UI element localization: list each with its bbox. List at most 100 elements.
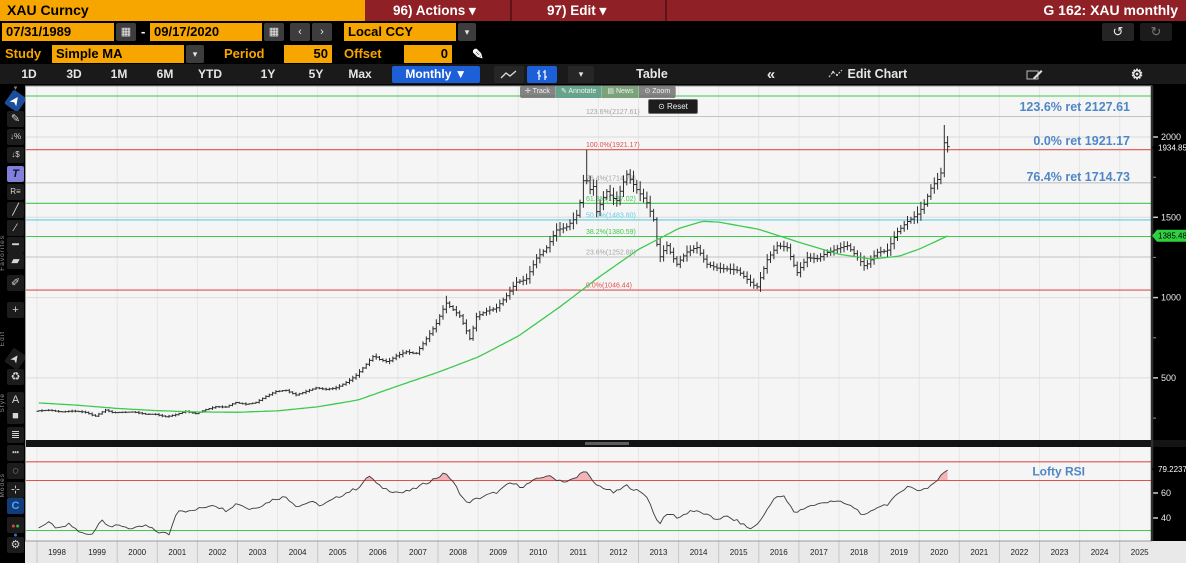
freehand-icon[interactable]: ✐	[7, 275, 24, 291]
prev-period-button[interactable]: ‹	[290, 23, 310, 41]
actions-menu-button[interactable]: 96) Actions ▾	[393, 0, 476, 21]
crescent-mode-icon[interactable]: C	[7, 498, 24, 514]
year-label: 2008	[449, 548, 467, 557]
calendar-icon[interactable]: ▦	[116, 23, 136, 41]
year-label: 2018	[850, 548, 868, 557]
redo-icon[interactable]: ↻	[1140, 23, 1172, 41]
draw-line-icon[interactable]: ✎	[7, 111, 24, 127]
range-tab-max[interactable]: Max	[341, 64, 379, 85]
select-edit-icon[interactable]: ➤	[4, 347, 27, 371]
date-to-field[interactable]: 09/17/2020	[150, 23, 262, 41]
edit-menu-button[interactable]: 97) Edit ▾	[547, 0, 606, 21]
year-label: 2023	[1051, 548, 1069, 557]
calendar-icon[interactable]: ▦	[264, 23, 284, 41]
note-price-icon[interactable]: ↓$	[7, 147, 24, 163]
range-tab-1m[interactable]: 1M	[100, 64, 138, 85]
line-style-icon[interactable]: ≣	[7, 427, 24, 443]
edit-chart-icon	[828, 69, 843, 78]
undo-icon[interactable]: ↺	[1102, 23, 1134, 41]
chart-hover-toolbar: ✛ Track ✎ Annotate ▤ News ⊙ Zoom	[520, 86, 677, 98]
range-tab-ytd[interactable]: YTD	[191, 64, 229, 85]
fill-style-icon[interactable]: ■	[7, 408, 24, 424]
sidebar-section-edit: Edit	[0, 331, 6, 347]
fib-level-label: 0.0%(1046.44)	[586, 283, 632, 290]
hover-tool-news[interactable]: ▤ News	[602, 86, 640, 98]
year-label: 2011	[570, 548, 588, 557]
main-pane[interactable]	[25, 86, 1152, 440]
offset-label: Offset	[344, 46, 382, 61]
menu-divider	[665, 0, 667, 21]
year-label: 2006	[369, 548, 387, 557]
edit-chart-button[interactable]: Edit Chart	[828, 64, 907, 85]
year-label: 1998	[48, 548, 66, 557]
next-period-button[interactable]: ›	[312, 23, 332, 41]
year-label: 1999	[88, 548, 106, 557]
channel-icon[interactable]: ▰	[7, 253, 24, 269]
rsi-axis-tick: 60	[1161, 488, 1171, 498]
range-tab-5y[interactable]: 5Y	[297, 64, 335, 85]
annotate-pencil-icon[interactable]: ✎	[472, 45, 484, 63]
regression-icon[interactable]: R≡	[7, 184, 24, 200]
range-tab-3d[interactable]: 3D	[55, 64, 93, 85]
table-button[interactable]: Table	[612, 64, 692, 85]
settings-gear-icon[interactable]: ⚙	[1122, 64, 1152, 85]
red-menu-bar: 96) Actions ▾ 97) Edit ▾ G 162: XAU mont…	[365, 0, 1186, 21]
hover-tool-annotate[interactable]: ✎ Annotate	[555, 86, 603, 98]
frequency-select[interactable]: Monthly ▼	[392, 66, 480, 83]
dash-style-icon[interactable]: ┅	[7, 445, 24, 461]
title-row: XAU Curncy 96) Actions ▾ 97) Edit ▾ G 16…	[0, 0, 1186, 21]
price-axis-tick: 500	[1161, 373, 1176, 383]
chart-annotation[interactable]: 76.4% ret 1714.73	[1026, 170, 1130, 184]
fib-level-label: 50.0%(1483.80)	[586, 212, 636, 219]
text-style-icon[interactable]: A	[7, 392, 24, 408]
delete-icon[interactable]: ♻	[7, 369, 24, 385]
rsi-pane[interactable]	[25, 447, 1152, 541]
rgb-mode-icon[interactable]: ●● ●	[7, 517, 24, 539]
lasso-mode-icon[interactable]: ◌	[7, 463, 24, 479]
period-field[interactable]: 50	[284, 45, 332, 63]
price-axis-tick: 2000	[1161, 132, 1181, 142]
reset-zoom-button[interactable]: ⊙ Reset	[648, 99, 698, 114]
note-percent-icon[interactable]: ↓%	[7, 129, 24, 145]
chart-annotation[interactable]: 123.6% ret 2127.61	[1019, 100, 1130, 114]
ohlc-bars-icon[interactable]	[527, 66, 557, 83]
chart-annotate-icon[interactable]	[1016, 66, 1052, 83]
offset-field[interactable]: 0	[404, 45, 452, 63]
hover-tool-zoom[interactable]: ⊙ Zoom	[639, 86, 677, 98]
hover-tool-track[interactable]: ✛ Track	[520, 86, 556, 98]
dashed-line-icon[interactable]: ⁄	[7, 220, 24, 236]
year-label: 2002	[209, 548, 227, 557]
year-label: 2020	[930, 548, 948, 557]
year-label: 2025	[1131, 548, 1149, 557]
currency-select[interactable]: Local CCY	[344, 23, 456, 41]
chart-annotation[interactable]: Lofty RSI	[1032, 465, 1085, 479]
settings-gear-icon[interactable]: ⚙	[7, 537, 24, 553]
range-tab-1y[interactable]: 1Y	[249, 64, 287, 85]
year-label: 2016	[770, 548, 788, 557]
move-icon[interactable]: +	[7, 302, 24, 318]
pane-divider-handle[interactable]	[585, 442, 629, 445]
study-select[interactable]: Simple MA	[52, 45, 184, 63]
collapse-panel-icon[interactable]: «	[756, 64, 786, 85]
range-tab-1d[interactable]: 1D	[10, 64, 48, 85]
price-chart[interactable]: 1998 1999 2000 2001 2002 2003 2004 2005 2006 2007…	[25, 85, 1186, 563]
horizontal-line-icon[interactable]: ━	[7, 237, 24, 253]
date-from-field[interactable]: 07/31/1989	[2, 23, 114, 41]
year-label: 2005	[329, 548, 347, 557]
anchor-mode-icon[interactable]: ⊹	[7, 482, 24, 498]
range-tab-6m[interactable]: 6M	[146, 64, 184, 85]
year-label: 2017	[810, 548, 828, 557]
chart-type-caret-icon[interactable]: ▾	[568, 66, 594, 83]
trendline-icon[interactable]: ╱	[7, 202, 24, 218]
year-label: 2001	[168, 548, 186, 557]
line-chart-icon[interactable]	[494, 66, 524, 83]
rsi-axis-tick: 40	[1161, 513, 1171, 523]
chart-toolbar-row: Monthly ▼ ▾ Table « Edit Chart ⚙ 1D 3D 1M 6…	[0, 64, 1186, 85]
chart-annotation[interactable]: 0.0% ret 1921.17	[1033, 134, 1130, 148]
currency-caret-icon[interactable]: ▾	[458, 23, 476, 41]
fib-level-label: 123.6%(2127.61)	[586, 109, 640, 116]
text-tool-icon[interactable]: T	[7, 166, 24, 182]
study-caret-icon[interactable]: ▾	[186, 45, 204, 63]
year-label: 2014	[690, 548, 708, 557]
fib-level-label: 100.0%(1921.17)	[586, 142, 640, 149]
